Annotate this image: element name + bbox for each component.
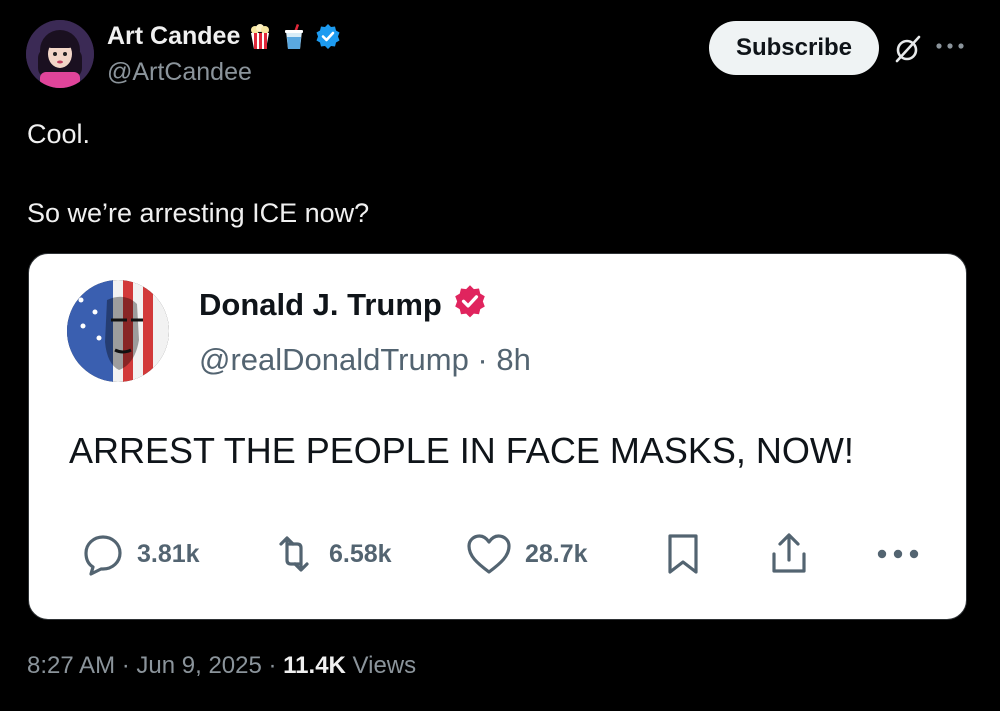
separator: ·	[115, 652, 137, 679]
post-metadata: 8:27 AM · Jun 9, 2025 · 11.4K Views	[27, 652, 416, 680]
post: Art Candee @ArtCandee Subscribe Cool. So…	[0, 0, 1000, 711]
like-count: 28.7k	[525, 539, 588, 568]
author-avatar[interactable]	[26, 20, 94, 88]
quoted-handle-line: @realDonaldTrump · 8h	[199, 342, 531, 378]
bookmark-button[interactable]	[665, 532, 701, 576]
quoted-action-bar: 3.81k 6.58k 28.7k	[81, 532, 921, 576]
author-handle[interactable]: @ArtCandee	[107, 58, 252, 87]
quoted-author-avatar[interactable]	[67, 280, 169, 382]
bookmark-icon	[665, 532, 701, 576]
post-time[interactable]: 8:27 AM	[27, 652, 115, 679]
drink-cup-icon	[280, 23, 308, 51]
more-horizontal-icon	[875, 532, 921, 576]
post-date[interactable]: Jun 9, 2025	[136, 652, 261, 679]
popcorn-icon	[246, 23, 274, 51]
reply-count: 3.81k	[137, 539, 200, 568]
reply-button[interactable]: 3.81k	[81, 532, 200, 576]
author-name-row: Art Candee	[107, 22, 342, 51]
like-button[interactable]: 28.7k	[465, 532, 588, 576]
more-horizontal-icon[interactable]	[934, 34, 966, 58]
quoted-name-row: Donald J. Trump	[199, 284, 488, 325]
quoted-post-text: ARREST THE PEOPLE IN FACE MASKS, NOW!	[69, 430, 854, 471]
reply-icon	[81, 532, 125, 576]
repost-icon	[271, 532, 317, 576]
share-button[interactable]	[769, 532, 809, 576]
quoted-more-button[interactable]	[875, 532, 921, 576]
quoted-post-card[interactable]: Donald J. Trump @realDonaldTrump · 8h AR…	[28, 253, 967, 620]
views-label: Views	[345, 652, 417, 679]
author-display-name[interactable]: Art Candee	[107, 22, 240, 51]
subscribe-button[interactable]: Subscribe	[709, 21, 879, 75]
quoted-handle[interactable]: @realDonaldTrump	[199, 342, 469, 377]
share-icon	[769, 532, 809, 576]
separator: ·	[468, 342, 497, 377]
grok-icon[interactable]	[893, 34, 923, 64]
separator: ·	[261, 652, 284, 679]
quoted-age[interactable]: 8h	[496, 342, 530, 377]
quoted-display-name[interactable]: Donald J. Trump	[199, 287, 442, 323]
repost-count: 6.58k	[329, 539, 392, 568]
post-text-line: Cool.	[27, 119, 91, 149]
repost-button[interactable]: 6.58k	[271, 532, 392, 576]
post-text-line: So we’re arresting ICE now?	[27, 198, 370, 228]
heart-icon	[465, 532, 513, 576]
views-count: 11.4K	[283, 652, 346, 679]
verified-badge-icon	[314, 23, 342, 51]
verified-badge-icon	[452, 284, 488, 325]
post-text: Cool. So we’re arresting ICE now?	[27, 117, 369, 230]
